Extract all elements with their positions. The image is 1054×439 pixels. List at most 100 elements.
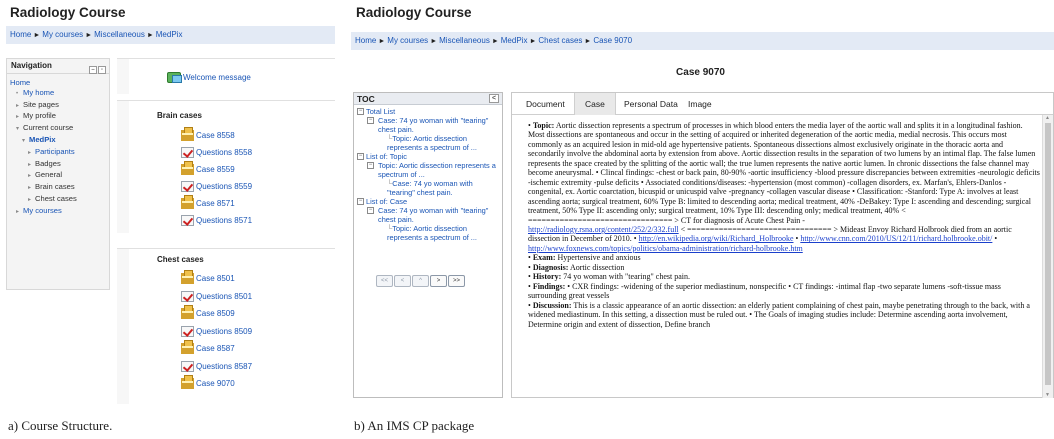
case-document: • Topic: Aortic dissection represents a … [518,121,1040,399]
wikipedia-link[interactable]: http://en.wikipedia.org/wiki/Richard_Hol… [639,234,794,243]
breadcrumb-separator: ► [85,32,93,39]
ims-cp-package-panel: Radiology Course Home ► My courses ► Miscell… [347,0,1054,412]
activity-label: Case 9070 [196,379,235,388]
findings-label: Findings: [532,281,566,291]
dock-icon[interactable]: – [89,66,97,74]
navigation-tree: Home • My home ▸ Site pages ▸ My profile ▾ Curre… [7,74,109,222]
collapse-node-icon[interactable]: − [367,117,374,124]
first-page-button[interactable]: << [376,275,393,287]
toc-item[interactable]: └Topic: Aortic dissection represents a s… [357,134,499,152]
foxnews-link[interactable]: http://www.foxnews.com/topics/politics/o… [528,244,803,253]
toc-item[interactable]: − List of: Topic [357,152,499,161]
tab-image[interactable]: Image [678,93,722,115]
activity-case-8509[interactable]: Case 8509 [181,305,235,321]
collapse-node-icon[interactable]: − [367,162,374,169]
activity-case-8558[interactable]: Case 8558 [181,127,235,143]
activity-questions-8559[interactable]: Questions 8559 [181,180,252,194]
collapse-node-icon[interactable]: − [357,108,364,115]
activity-questions-8571[interactable]: Questions 8571 [181,214,252,228]
hide-block-icon[interactable]: ▫ [98,66,106,74]
resource-icon [181,375,194,390]
quiz-icon [181,325,194,337]
toc-item[interactable]: − Total List [357,107,499,116]
collapsed-icon: ▸ [28,185,32,192]
nav-item-home[interactable]: Home [10,78,106,88]
nav-item-badges[interactable]: ▸ Badges [10,159,106,171]
caption-b: b) An IMS CP package [354,418,475,433]
vertical-scrollbar[interactable]: ▲ ▼ [1042,115,1053,398]
nav-item-my-courses[interactable]: ▸ My courses [10,206,106,218]
caption-a: a) Course Structure. [8,418,113,433]
toc-item-label: Case: 74 yo woman with "tearing" chest p… [387,179,473,197]
quiz-icon [181,181,194,193]
toc-item[interactable]: └Topic: Aortic dissection represents a s… [357,224,499,242]
activity-case-8559[interactable]: Case 8559 [181,161,235,177]
breadcrumb-case-9070[interactable]: Case 9070 [593,36,632,45]
breadcrumb-separator: ► [491,38,499,45]
nav-item-current-course[interactable]: ▾ Current course [10,123,106,135]
nav-item-label: General [35,170,63,180]
nav-item-brain-cases[interactable]: ▸ Brain cases [10,182,106,194]
welcome-message-link[interactable]: Welcome message [167,71,251,85]
activity-case-9070[interactable]: Case 9070 [181,375,235,391]
collapse-node-icon[interactable]: − [357,198,364,205]
collapsed-icon: ▸ [28,173,32,180]
activity-questions-8558[interactable]: Questions 8558 [181,146,252,160]
toc-item[interactable]: └Case: 74 yo woman with "tearing" chest … [357,179,499,197]
nav-item-chest-cases[interactable]: ▸ Chest cases [10,194,106,206]
scroll-down-icon[interactable]: ▼ [1045,392,1050,398]
discussion-text: This is a classic appearance of an aorti… [528,300,1030,329]
nav-item-medpix[interactable]: ▾ MedPix [10,135,106,147]
diagnosis-text: Aortic dissection [569,262,625,272]
toc-item-label: Topic: Aortic dissection represents a sp… [378,161,496,179]
activity-questions-8509[interactable]: Questions 8509 [181,325,252,339]
collapsed-icon: ▸ [16,114,20,121]
nav-item-participants[interactable]: ▸ Participants [10,147,106,159]
up-button[interactable]: ^ [412,275,429,287]
activity-case-8501[interactable]: Case 8501 [181,270,235,286]
topic-label: Topic: [532,121,555,130]
toc-item[interactable]: − Case: 74 yo woman with "tearing" chest … [357,116,499,134]
rsna-link[interactable]: http://radiology.rsna.org/content/252/2/… [528,225,679,234]
breadcrumb-chest-cases[interactable]: Chest cases [538,36,582,45]
activity-case-8587[interactable]: Case 8587 [181,340,235,356]
nav-item-site-pages[interactable]: ▸ Site pages [10,100,106,112]
activity-questions-8501[interactable]: Questions 8501 [181,290,252,304]
breadcrumb-medpix[interactable]: MedPix [156,30,183,39]
previous-page-button[interactable]: < [394,275,411,287]
breadcrumb-miscellaneous[interactable]: Miscellaneous [94,30,145,39]
toc-item[interactable]: − Topic: Aortic dissection represents a s… [357,161,499,179]
breadcrumb-home[interactable]: Home [10,30,31,39]
breadcrumb-home[interactable]: Home [355,36,376,45]
breadcrumb-separator: ► [430,38,438,45]
breadcrumb-my-courses[interactable]: My courses [42,30,83,39]
tab-case[interactable]: Case [574,93,616,115]
last-page-button[interactable]: >> [448,275,465,287]
collapse-node-icon[interactable]: − [357,153,364,160]
resource-icon [181,127,194,142]
content-panel: Document Case Personal Data Image • Topi… [511,92,1054,398]
course-structure-panel: Radiology Course Home ► My courses ► Miscell… [0,0,335,405]
cnn-link[interactable]: http://www.cnn.com/2010/US/12/11/richard… [800,234,992,243]
breadcrumb-medpix[interactable]: MedPix [501,36,528,45]
toc-item-label: Topic: Aortic dissection represents a sp… [387,134,477,152]
nav-item-label: My profile [23,111,56,121]
toc-item[interactable]: − List of: Case [357,197,499,206]
activity-questions-8587[interactable]: Questions 8587 [181,360,252,374]
breadcrumb-miscellaneous[interactable]: Miscellaneous [439,36,490,45]
activity-case-8571[interactable]: Case 8571 [181,195,235,211]
tab-personal-data[interactable]: Personal Data [614,93,688,115]
collapse-icon[interactable]: < [489,94,499,103]
tab-document[interactable]: Document [516,93,575,115]
topic-text: Aortic dissection represents a spectrum … [528,121,1040,225]
breadcrumb-my-courses[interactable]: My courses [387,36,428,45]
discussion-paragraph: • Discussion: This is a classic appearan… [528,300,1030,329]
scroll-up-icon[interactable]: ▲ [1045,115,1050,121]
collapse-node-icon[interactable]: − [367,207,374,214]
nav-item-my-home[interactable]: • My home [10,88,106,100]
scroll-thumb[interactable] [1045,123,1051,385]
nav-item-my-profile[interactable]: ▸ My profile [10,111,106,123]
toc-item[interactable]: − Case: 74 yo woman with "tearing" chest … [357,206,499,224]
next-page-button[interactable]: > [430,275,447,287]
nav-item-general[interactable]: ▸ General [10,170,106,182]
